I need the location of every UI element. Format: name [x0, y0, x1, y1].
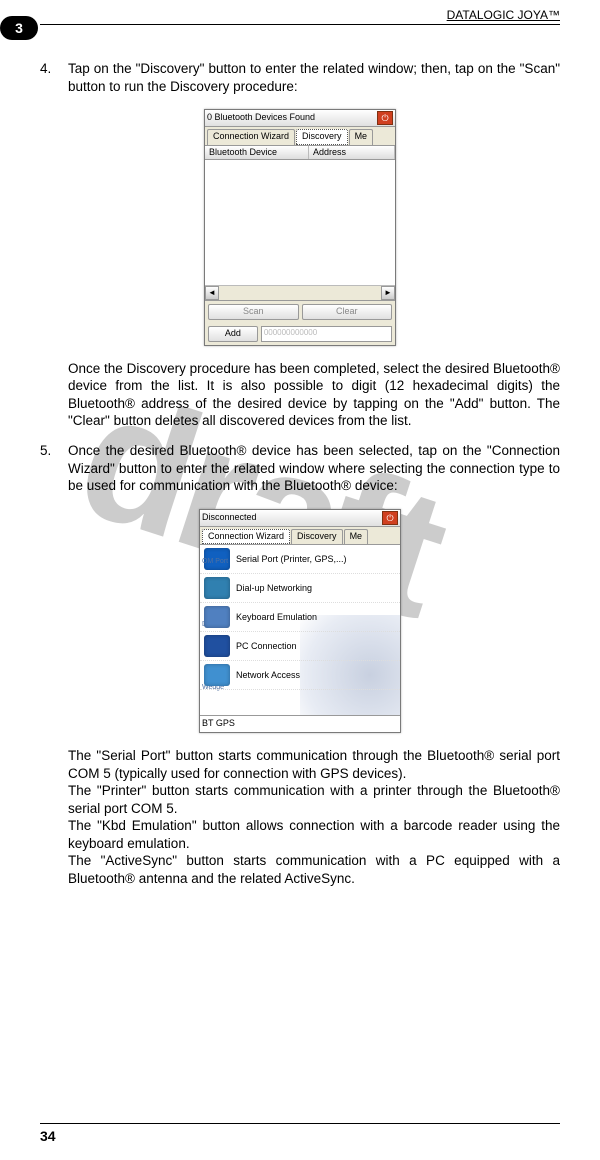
wizard-item-pc[interactable]: ctiveSync PC Connection	[200, 632, 400, 661]
window-title: 0 Bluetooth Devices Found	[207, 112, 315, 124]
tab-discovery-2[interactable]: Discovery	[291, 529, 343, 545]
scroll-left-icon[interactable]: ◄	[205, 286, 219, 300]
column-address: Address	[309, 146, 395, 160]
scrollbar[interactable]: ◄ ►	[205, 285, 395, 300]
address-input[interactable]: 000000000000	[261, 326, 392, 342]
wizard-label-keyboard: Keyboard Emulation	[236, 612, 317, 624]
close-icon[interactable]: ⏻	[377, 111, 393, 125]
paragraph-serial: The "Serial Port" button starts communic…	[68, 747, 560, 782]
tab-connection-wizard-2[interactable]: Connection Wizard	[202, 529, 290, 545]
side-label-comport: OM Port	[202, 557, 228, 566]
step-5: 5. Once the desired Bluetooth® device ha…	[40, 442, 560, 495]
step-4-text: Tap on the "Discovery" button to enter t…	[68, 60, 560, 95]
tab-me[interactable]: Me	[349, 129, 374, 145]
screenshot-discovery: 0 Bluetooth Devices Found ⏻ Connection W…	[40, 109, 560, 346]
window-title-2: Disconnected	[202, 512, 257, 524]
section-badge: 3	[0, 16, 38, 40]
wizard-list: OM Port Serial Port (Printer, GPS,...) D…	[200, 545, 400, 715]
footer-rule	[40, 1123, 560, 1124]
paragraph-printer: The "Printer" button starts communicatio…	[68, 782, 560, 817]
wizard-label-serial: Serial Port (Printer, GPS,...)	[236, 554, 347, 566]
wizard-label-pc: PC Connection	[236, 641, 297, 653]
wizard-item-keyboard[interactable]: Wedge Keyboard Emulation	[200, 603, 400, 632]
step-5-text: Once the desired Bluetooth® device has b…	[68, 442, 560, 495]
device-list[interactable]: ◄ ►	[205, 160, 395, 301]
wizard-item-network[interactable]: AN Network Access	[200, 661, 400, 690]
paragraph-activesync: The "ActiveSync" button starts communica…	[68, 852, 560, 887]
scan-button[interactable]: Scan	[208, 304, 299, 320]
columns-header: Bluetooth Device Address	[205, 146, 395, 161]
tabs-row-2: Connection Wizard Discovery Me	[200, 527, 400, 546]
wizard-label-dialup: Dial-up Networking	[236, 583, 312, 595]
tab-discovery[interactable]: Discovery	[296, 129, 348, 145]
wizard-item-serial[interactable]: OM Port Serial Port (Printer, GPS,...)	[200, 545, 400, 574]
tab-connection-wizard[interactable]: Connection Wizard	[207, 129, 295, 145]
step-5-number: 5.	[40, 442, 68, 495]
step-4: 4. Tap on the "Discovery" button to ente…	[40, 60, 560, 95]
paragraph-kbd: The "Kbd Emulation" button allows connec…	[68, 817, 560, 852]
network-icon	[204, 664, 230, 686]
window-titlebar-2: Disconnected ⏻	[200, 510, 400, 527]
pc-icon	[204, 635, 230, 657]
add-button[interactable]: Add	[208, 326, 258, 342]
close-icon-2[interactable]: ⏻	[382, 511, 398, 525]
tabs-row: Connection Wizard Discovery Me	[205, 127, 395, 146]
screenshot-wizard: Disconnected ⏻ Connection Wizard Discove…	[40, 509, 560, 733]
wizard-label-network: Network Access	[236, 670, 300, 682]
tab-me-2[interactable]: Me	[344, 529, 369, 545]
dialup-icon	[204, 577, 230, 599]
step-4-number: 4.	[40, 60, 68, 95]
column-device: Bluetooth Device	[205, 146, 309, 160]
keyboard-icon	[204, 606, 230, 628]
scroll-right-icon[interactable]: ►	[381, 286, 395, 300]
clear-button[interactable]: Clear	[302, 304, 393, 320]
wizard-item-dialup[interactable]: DialUp Dial-up Networking	[200, 574, 400, 603]
window-titlebar: 0 Bluetooth Devices Found ⏻	[205, 110, 395, 127]
page-number: 34	[40, 1128, 56, 1144]
footer-input[interactable]: BT GPS	[200, 715, 400, 732]
step-4-continued: Once the Discovery procedure has been co…	[68, 360, 560, 430]
